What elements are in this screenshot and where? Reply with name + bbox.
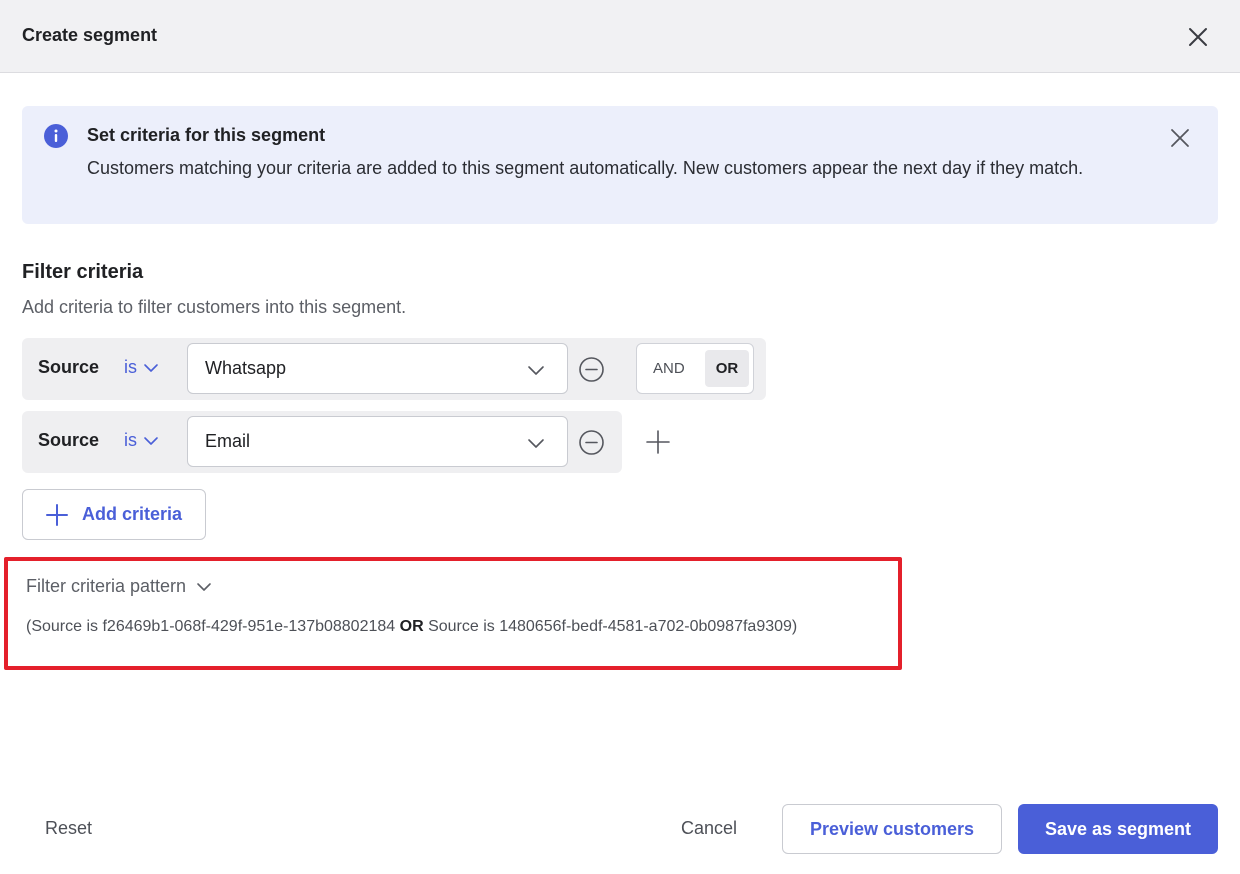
info-banner: Set criteria for this segment Customers … [22, 106, 1218, 224]
plus-icon [46, 504, 68, 526]
criteria-row: Source is Email [22, 411, 622, 473]
value-select-text: Email [205, 431, 251, 451]
filter-pattern-toggle[interactable]: Filter criteria pattern [26, 576, 212, 597]
pattern-part: Source is 1480656f-bedf-4581-a702-0b0987… [423, 618, 798, 635]
filter-pattern-panel: Filter criteria pattern (Source is f2646… [4, 557, 902, 670]
pattern-part: (Source is f26469b1-068f-429f-951e-137b0… [26, 618, 400, 635]
filter-pattern-text: (Source is f26469b1-068f-429f-951e-137b0… [26, 618, 797, 636]
value-select[interactable]: Email [187, 416, 568, 467]
operator-label: is [124, 430, 137, 450]
save-segment-button[interactable]: Save as segment [1018, 804, 1218, 854]
chevron-down-icon [528, 366, 544, 375]
chevron-down-icon [144, 436, 158, 445]
filter-pattern-label: Filter criteria pattern [26, 576, 187, 596]
dialog-title: Create segment [22, 25, 158, 45]
operator-dropdown[interactable]: is [124, 357, 159, 378]
remove-criteria-icon[interactable] [578, 429, 605, 456]
add-criteria-button[interactable]: Add criteria [22, 489, 206, 540]
banner-title: Set criteria for this segment [87, 125, 326, 145]
logic-and-option[interactable]: AND [653, 360, 685, 377]
preview-customers-button[interactable]: Preview customers [782, 804, 1002, 854]
criteria-row: Source is Whatsapp AND OR [22, 338, 766, 400]
value-select-text: Whatsapp [205, 358, 287, 378]
cancel-button[interactable]: Cancel [681, 818, 737, 839]
criteria-field-label: Source [38, 357, 100, 377]
reset-button[interactable]: Reset [45, 818, 92, 839]
info-icon [44, 124, 68, 148]
operator-dropdown[interactable]: is [124, 430, 159, 451]
remove-criteria-icon[interactable] [578, 356, 605, 383]
pattern-operator: OR [399, 618, 424, 635]
chevron-down-icon [144, 363, 158, 372]
operator-label: is [124, 357, 137, 377]
add-criteria-label: Add criteria [82, 504, 183, 524]
filter-criteria-description: Add criteria to filter customers into th… [22, 297, 407, 317]
banner-body: Customers matching your criteria are add… [87, 158, 1084, 178]
logic-toggle: AND OR [636, 343, 754, 394]
filter-criteria-title: Filter criteria [22, 261, 144, 283]
chevron-down-icon [528, 439, 544, 448]
logic-or-option[interactable]: OR [705, 350, 749, 387]
close-icon[interactable] [1185, 24, 1211, 50]
chevron-down-icon [197, 582, 211, 591]
plus-icon[interactable] [645, 429, 671, 455]
value-select[interactable]: Whatsapp [187, 343, 568, 394]
dialog-header: Create segment [0, 0, 1240, 73]
close-icon[interactable] [1168, 126, 1192, 150]
criteria-field-label: Source [38, 430, 100, 450]
